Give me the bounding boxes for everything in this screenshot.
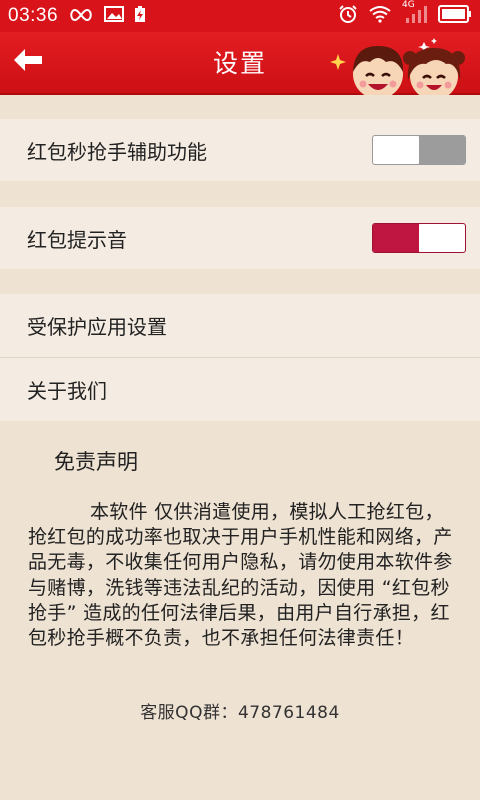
sound-label: 红包提示音 bbox=[27, 227, 127, 252]
protected-apps-row[interactable]: 受保护应用设置 bbox=[0, 294, 480, 356]
disclaimer-body: 本软件 仅供消遣使用，模拟人工抢红包，抢红包的成功率也取决于用户手机性能和网络，… bbox=[28, 501, 453, 650]
battery-icon bbox=[438, 4, 472, 28]
about-label: 关于我们 bbox=[27, 378, 107, 403]
arrow-left-icon bbox=[12, 47, 44, 77]
status-bar: 03:36 4G bbox=[0, 0, 480, 32]
wifi-icon bbox=[368, 5, 392, 28]
toggle-track bbox=[373, 224, 419, 252]
sound-row[interactable]: 红包提示音 bbox=[0, 207, 480, 269]
assist-label: 红包秒抢手辅助功能 bbox=[27, 139, 207, 164]
network-type-label: 4G bbox=[402, 0, 415, 10]
sound-toggle[interactable] bbox=[372, 223, 466, 253]
title-bar: 设置 bbox=[0, 32, 480, 100]
toggle-knob bbox=[373, 136, 419, 164]
qq-group-text: 客服QQ群：478761484 bbox=[140, 703, 340, 723]
protected-apps-label: 受保护应用设置 bbox=[27, 314, 167, 339]
toggle-track bbox=[419, 136, 465, 164]
assist-toggle[interactable] bbox=[372, 135, 466, 165]
signal-4g-icon: 4G bbox=[402, 0, 428, 29]
back-button[interactable] bbox=[10, 46, 46, 78]
battery-charging-icon bbox=[134, 5, 146, 28]
assist-row[interactable]: 红包秒抢手辅助功能 bbox=[0, 119, 480, 181]
toggle-knob bbox=[419, 224, 465, 252]
disclaimer-title: 免责声明 bbox=[54, 450, 138, 474]
infinity-icon bbox=[68, 6, 94, 27]
about-row[interactable]: 关于我们 bbox=[0, 358, 480, 420]
status-time: 03:36 bbox=[8, 5, 59, 26]
alarm-icon bbox=[338, 4, 358, 29]
image-icon bbox=[104, 5, 125, 27]
couple-mascot-image bbox=[326, 32, 476, 100]
